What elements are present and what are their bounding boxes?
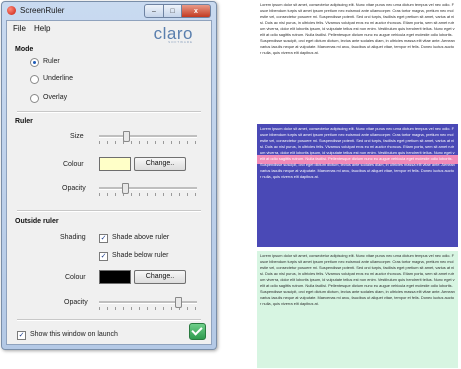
minimize-button[interactable]: – bbox=[144, 4, 164, 18]
ok-button[interactable] bbox=[189, 323, 206, 340]
divider bbox=[17, 319, 201, 321]
mode-ruler-radio[interactable] bbox=[30, 58, 39, 67]
shade-below-checkbox[interactable]: ✓ bbox=[99, 252, 108, 261]
outside-opacity-label: Opacity bbox=[64, 299, 88, 306]
slider-ticks bbox=[99, 141, 197, 144]
show-on-launch-label[interactable]: Show this window on launch bbox=[30, 331, 118, 338]
slider-thumb[interactable] bbox=[175, 297, 183, 308]
demo-panel-overlay: Lorem ipsum dolor sit amet, consectetur … bbox=[257, 251, 458, 368]
outside-change-colour-button[interactable]: Change.. bbox=[134, 270, 186, 284]
slider-thumb[interactable] bbox=[123, 131, 131, 142]
menu-help[interactable]: Help bbox=[34, 24, 50, 33]
caption-buttons: – □ x bbox=[144, 4, 211, 18]
maximize-button[interactable]: □ bbox=[164, 4, 182, 18]
ruler-section-title: Ruler bbox=[15, 118, 33, 125]
ruler-size-slider[interactable] bbox=[99, 131, 197, 144]
slider-thumb[interactable] bbox=[121, 183, 129, 194]
demo-panel-ruler: Lorem ipsum dolor sit amet, consectetur … bbox=[257, 0, 458, 118]
menu-file[interactable]: File bbox=[13, 24, 26, 33]
shade-above-checkbox[interactable]: ✓ bbox=[99, 234, 108, 243]
demo-paragraph: Lorem ipsum dolor sit amet, consectetur … bbox=[260, 2, 455, 55]
slider-track bbox=[99, 301, 197, 304]
mode-overlay-radio[interactable] bbox=[30, 94, 39, 103]
outside-ruler-section-title: Outside ruler bbox=[15, 218, 59, 225]
app-icon bbox=[7, 6, 16, 15]
divider bbox=[17, 210, 201, 212]
mode-section-title: Mode bbox=[15, 46, 34, 53]
slider-track bbox=[99, 135, 197, 138]
slider-ticks bbox=[99, 193, 197, 196]
outside-colour-swatch bbox=[99, 270, 131, 284]
mode-underline-radio[interactable] bbox=[30, 75, 39, 84]
ruler-opacity-slider[interactable] bbox=[99, 183, 197, 196]
divider bbox=[17, 111, 201, 113]
title-bar[interactable]: ScreenRuler – □ x bbox=[2, 2, 216, 20]
mode-ruler-label[interactable]: Ruler bbox=[43, 58, 60, 65]
slider-track bbox=[99, 187, 197, 190]
demo-paragraph: Lorem ipsum dolor sit amet, consectetur … bbox=[260, 253, 455, 306]
outside-colour-label: Colour bbox=[65, 274, 86, 281]
ruler-opacity-label: Opacity bbox=[62, 185, 86, 192]
screenruler-window: ScreenRuler – □ x File Help claro SOFTWA… bbox=[1, 1, 217, 350]
window-title: ScreenRuler bbox=[20, 6, 65, 15]
show-on-launch-checkbox[interactable]: ✓ bbox=[17, 331, 26, 340]
ruler-colour-swatch bbox=[99, 157, 131, 171]
mode-underline-label[interactable]: Underline bbox=[43, 75, 73, 82]
ruler-colour-label: Colour bbox=[63, 161, 84, 168]
shading-label: Shading bbox=[60, 234, 86, 241]
close-button[interactable]: x bbox=[182, 4, 211, 18]
ruler-size-label: Size bbox=[70, 133, 84, 140]
shade-above-label[interactable]: Shade above ruler bbox=[112, 234, 169, 241]
ruler-change-colour-button[interactable]: Change.. bbox=[134, 157, 186, 171]
claro-logo: claro SOFTWARE bbox=[154, 25, 193, 44]
settings-panel: File Help claro SOFTWARE Mode Ruler Unde… bbox=[6, 20, 212, 345]
outside-opacity-slider[interactable] bbox=[99, 297, 197, 310]
mode-overlay-label[interactable]: Overlay bbox=[43, 94, 67, 101]
shade-below-label[interactable]: Shade below ruler bbox=[112, 252, 168, 259]
slider-ticks bbox=[99, 307, 197, 310]
demo-paragraph: Lorem ipsum dolor sit amet, consectetur … bbox=[260, 126, 455, 179]
demo-panel-shaded: Lorem ipsum dolor sit amet, consectetur … bbox=[257, 124, 458, 247]
